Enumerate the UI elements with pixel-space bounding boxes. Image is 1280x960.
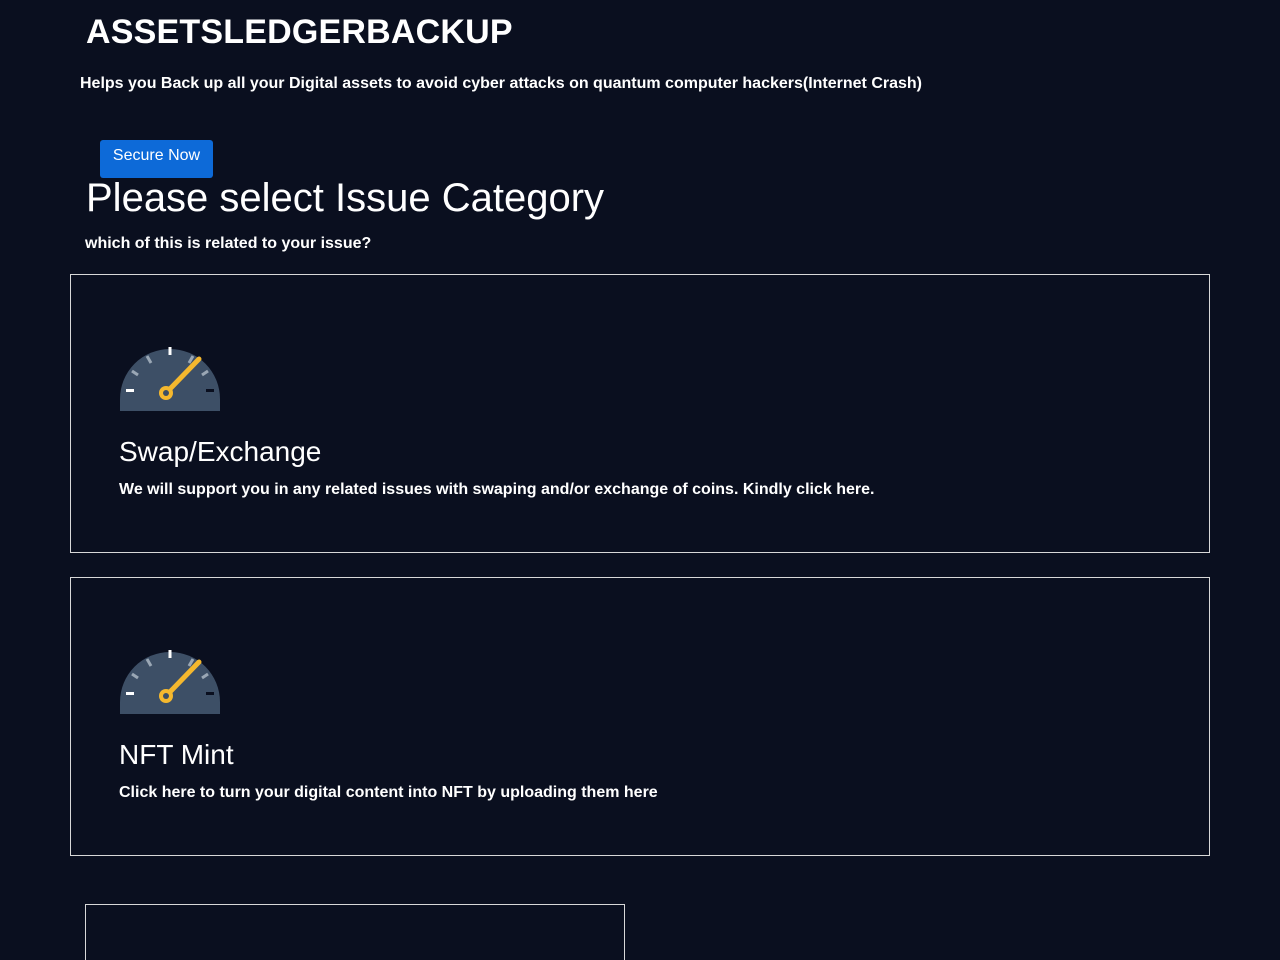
- card-description: Click here to turn your digital content …: [119, 784, 658, 801]
- site-title: ASSETSLEDGERBACKUP: [86, 13, 513, 51]
- card-title: Swap/Exchange: [119, 436, 322, 467]
- card-description: We will support you in any related issue…: [119, 481, 875, 498]
- category-card-partial[interactable]: [85, 904, 625, 960]
- section-title: Please select Issue Category: [86, 176, 605, 220]
- page: ASSETSLEDGERBACKUP Helps you Back up all…: [0, 0, 1280, 960]
- tagline: Helps you Back up all your Digital asset…: [80, 75, 923, 92]
- card-title: NFT Mint: [119, 739, 234, 770]
- category-card-swap-exchange[interactable]: Swap/Exchange We will support you in any…: [70, 274, 1210, 553]
- secure-now-button[interactable]: Secure Now: [100, 140, 213, 178]
- speedometer-icon: [120, 650, 220, 714]
- section-subtitle: which of this is related to your issue?: [85, 235, 372, 252]
- category-card-nft-mint[interactable]: NFT Mint Click here to turn your digital…: [70, 577, 1210, 856]
- speedometer-icon: [120, 347, 220, 411]
